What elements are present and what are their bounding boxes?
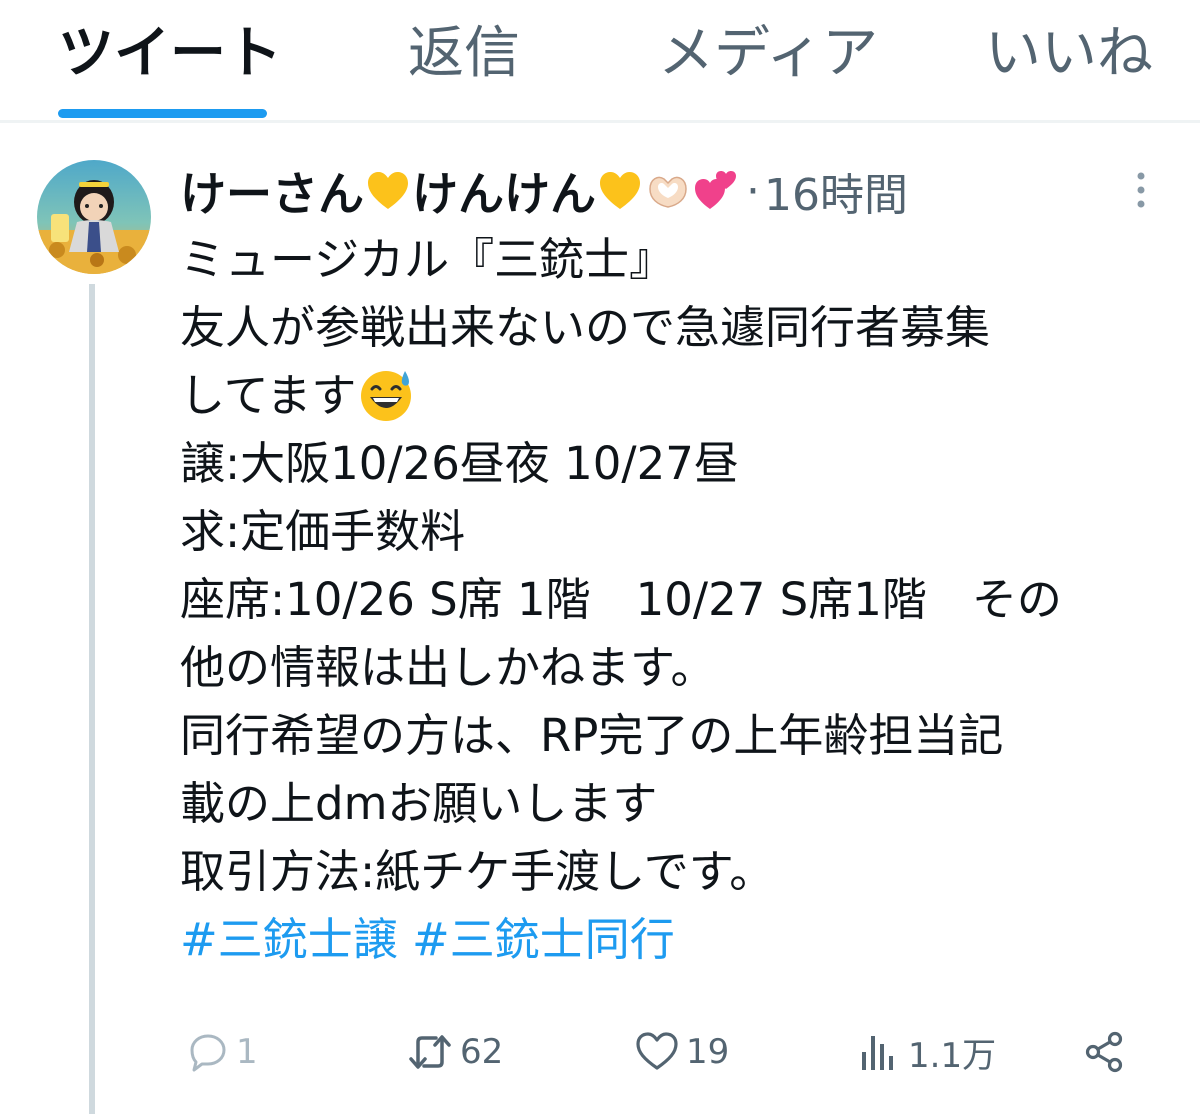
heart-icon xyxy=(636,1032,678,1070)
tab-replies[interactable]: 返信 xyxy=(408,22,520,86)
tweet-line: 座席:10/26 S席 1階 10/27 S席1階 その xyxy=(180,573,1062,626)
tweet-line: ミュージカル『三銃士』 xyxy=(180,233,675,286)
tweet-line: 同行希望の方は、RP完了の上年齢担当記 xyxy=(180,709,1004,762)
yellow-heart-icon xyxy=(600,172,640,209)
tweet-header: けーさん けんけん · 16時間 xyxy=(180,160,908,222)
retweet-button[interactable]: 62 xyxy=(406,1022,503,1082)
tweet-line: 求:定価手数料 xyxy=(180,505,466,558)
hashtag-link[interactable]: #三銃士同行 xyxy=(412,913,675,966)
tab-tweets[interactable]: ツイート xyxy=(58,22,282,86)
views-count: 1.1万 xyxy=(908,1035,997,1076)
more-vertical-icon[interactable] xyxy=(1128,168,1154,212)
share-button[interactable] xyxy=(1082,1022,1126,1082)
tweet-timestamp[interactable]: 16時間 xyxy=(764,159,908,223)
views-button[interactable]: 1.1万 xyxy=(856,1022,996,1082)
profile-tabs: ツイート 返信 メディア いいね xyxy=(0,0,1200,118)
avatar[interactable] xyxy=(37,160,151,274)
display-name[interactable]: けーさん xyxy=(180,158,364,224)
two-hearts-icon xyxy=(695,171,736,209)
retweet-icon xyxy=(409,1035,451,1069)
tweet-line: してます xyxy=(180,369,357,422)
sweat-smile-emoji-icon xyxy=(361,371,412,421)
tweet-line: 載の上dmお願いします xyxy=(180,777,658,830)
like-count: 19 xyxy=(686,1032,730,1072)
retweet-count: 62 xyxy=(460,1032,504,1072)
hashtag-link[interactable]: #三銃士譲 xyxy=(180,913,398,966)
tweet-text: ミュージカル『三銃士』 友人が参戦出来ないので急遽同行者募集 してます 譲:大阪… xyxy=(180,226,1170,974)
avatar-image xyxy=(37,160,151,274)
heart-hands-icon xyxy=(649,176,687,208)
views-chart-icon xyxy=(862,1036,893,1070)
tweet-line: 友人が参戦出来ないので急遽同行者募集 xyxy=(180,301,991,354)
yellow-heart-icon xyxy=(368,172,408,209)
tweet-actions: 1 62 19 1.1万 xyxy=(180,1022,1140,1082)
hashtag-line: #三銃士譲 #三銃士同行 xyxy=(180,906,1170,974)
tweet-line: 取引方法:紙チケ手渡しです。 xyxy=(180,845,775,898)
tweet-line: 他の情報は出しかねます。 xyxy=(180,641,716,694)
like-button[interactable]: 19 xyxy=(634,1022,729,1082)
tweet-separator: · xyxy=(746,165,760,217)
tab-media[interactable]: メディア xyxy=(658,22,878,86)
tabs-divider xyxy=(0,120,1200,123)
reply-count: 1 xyxy=(236,1032,258,1072)
display-name-suffix[interactable]: けんけん xyxy=(412,158,596,224)
tab-likes[interactable]: いいね xyxy=(985,22,1153,86)
thread-line xyxy=(89,284,95,1114)
tweet-line: 譲:大阪10/26昼夜 10/27昼 xyxy=(180,437,739,490)
tweet-line-with-emoji: してます xyxy=(180,362,1170,430)
reply-button[interactable]: 1 xyxy=(186,1022,258,1082)
reply-icon xyxy=(190,1034,226,1072)
share-icon xyxy=(1085,1031,1123,1073)
active-tab-indicator xyxy=(58,109,267,118)
